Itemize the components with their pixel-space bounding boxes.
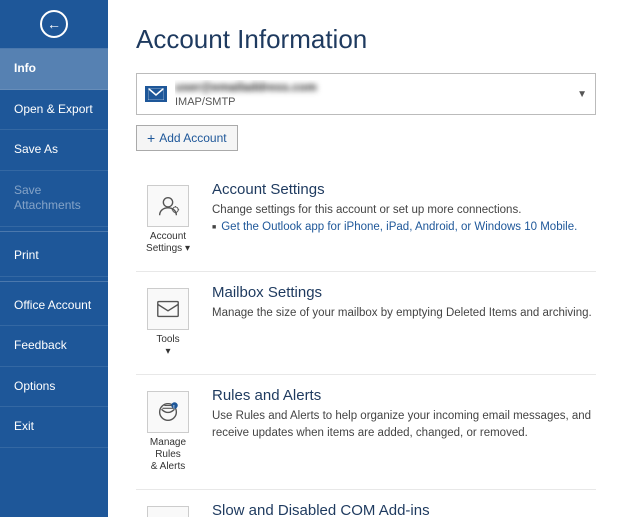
info-cards: Account Settings ▾ Account Settings Change… xyxy=(136,169,596,517)
sidebar-item-options[interactable]: Options xyxy=(0,367,108,408)
sidebar-item-office-account[interactable]: Office Account xyxy=(0,286,108,327)
rules-alerts-icon-box[interactable]: ! Manage Rules & Alerts xyxy=(136,387,206,477)
com-addins-icon-box[interactable]: Manage COM Add-ins xyxy=(136,502,206,517)
rules-alerts-desc: Use Rules and Alerts to help organize yo… xyxy=(212,408,596,443)
mailbox-settings-label: Tools ▾ xyxy=(156,334,179,358)
account-settings-title: Account Settings xyxy=(212,181,596,198)
add-account-button[interactable]: + Add Account xyxy=(136,125,238,151)
info-card-mailbox-settings: Tools ▾ Mailbox Settings Manage the size o… xyxy=(136,272,596,375)
com-addins-title: Slow and Disabled COM Add-ins xyxy=(212,502,596,517)
rules-alerts-icon: ! xyxy=(147,391,189,433)
com-addins-content: Slow and Disabled COM Add-insManage COM … xyxy=(206,502,596,517)
page-title: Account Information xyxy=(136,24,596,55)
rules-alerts-label: Manage Rules & Alerts xyxy=(136,437,200,473)
info-card-rules-alerts: ! Manage Rules & Alerts Rules and Alerts U… xyxy=(136,375,596,490)
info-card-account-settings: Account Settings ▾ Account Settings Change… xyxy=(136,169,596,272)
account-settings-icon-box[interactable]: Account Settings ▾ xyxy=(136,181,206,259)
mailbox-settings-content: Mailbox Settings Manage the size of your … xyxy=(206,284,596,324)
email-icon xyxy=(145,86,167,102)
account-settings-icon xyxy=(147,185,189,227)
account-settings-content: Account Settings Change settings for this… xyxy=(206,181,596,233)
sidebar-item-feedback[interactable]: Feedback xyxy=(0,326,108,367)
dropdown-arrow: ▼ xyxy=(577,89,587,100)
add-account-label: Add Account xyxy=(159,131,226,145)
sidebar-item-exit[interactable]: Exit xyxy=(0,407,108,448)
account-settings-link[interactable]: Get the Outlook app for iPhone, iPad, An… xyxy=(212,221,596,233)
sidebar-item-print[interactable]: Print xyxy=(0,236,108,277)
sidebar-item-open-export[interactable]: Open & Export xyxy=(0,90,108,131)
rules-alerts-title: Rules and Alerts xyxy=(212,387,596,404)
account-settings-label: Account Settings ▾ xyxy=(146,231,190,255)
mailbox-settings-icon-box[interactable]: Tools ▾ xyxy=(136,284,206,362)
mailbox-settings-desc: Manage the size of your mailbox by empty… xyxy=(212,305,596,322)
mailbox-settings-icon xyxy=(147,288,189,330)
info-card-com-addins: Manage COM Add-insSlow and Disabled COM … xyxy=(136,490,596,517)
sidebar: ← InfoOpen & ExportSave AsSave Attachmen… xyxy=(0,0,108,517)
account-settings-desc: Change settings for this account or set … xyxy=(212,202,596,219)
back-button[interactable]: ← xyxy=(0,0,108,49)
com-addins-icon xyxy=(147,506,189,517)
sidebar-item-save-as[interactable]: Save As xyxy=(0,130,108,171)
account-selector[interactable]: user@emailaddress.com IMAP/SMTP ▼ xyxy=(136,73,596,115)
sidebar-item-info[interactable]: Info xyxy=(0,49,108,90)
plus-icon: + xyxy=(147,130,155,146)
back-icon: ← xyxy=(40,10,68,38)
main-content: Account Information user@emailaddress.co… xyxy=(108,0,624,517)
account-name: user@emailaddress.com IMAP/SMTP xyxy=(175,80,571,108)
sidebar-item-save-attachments: Save Attachments xyxy=(0,171,108,227)
mailbox-settings-title: Mailbox Settings xyxy=(212,284,596,301)
rules-alerts-content: Rules and Alerts Use Rules and Alerts to … xyxy=(206,387,596,445)
